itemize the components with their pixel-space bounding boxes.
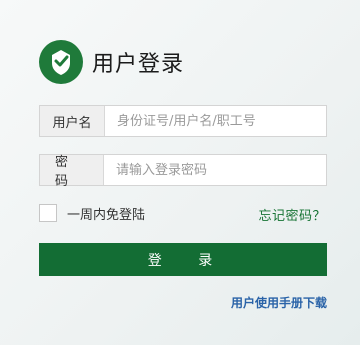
remember-checkbox[interactable] xyxy=(39,204,57,222)
password-input[interactable] xyxy=(104,155,326,185)
shield-logo-icon xyxy=(39,40,83,84)
user-manual-download-link[interactable]: 用户使用手册下载 xyxy=(231,294,327,311)
remember-label[interactable]: 一周内免登陆 xyxy=(67,204,145,223)
username-field: 用户名 xyxy=(39,105,327,137)
username-label: 用户名 xyxy=(40,106,105,136)
forgot-password-link[interactable]: 忘记密码？ xyxy=(258,205,326,224)
remember-me[interactable]: 一周内免登陆 xyxy=(39,203,145,223)
page-title: 用户登录 xyxy=(92,52,185,77)
login-header: 用户登录 xyxy=(39,40,184,84)
password-field: 密码 xyxy=(39,154,327,189)
username-input[interactable] xyxy=(105,106,326,136)
password-label: 密码 xyxy=(40,155,104,189)
login-button[interactable]: 登 录 xyxy=(39,243,327,276)
